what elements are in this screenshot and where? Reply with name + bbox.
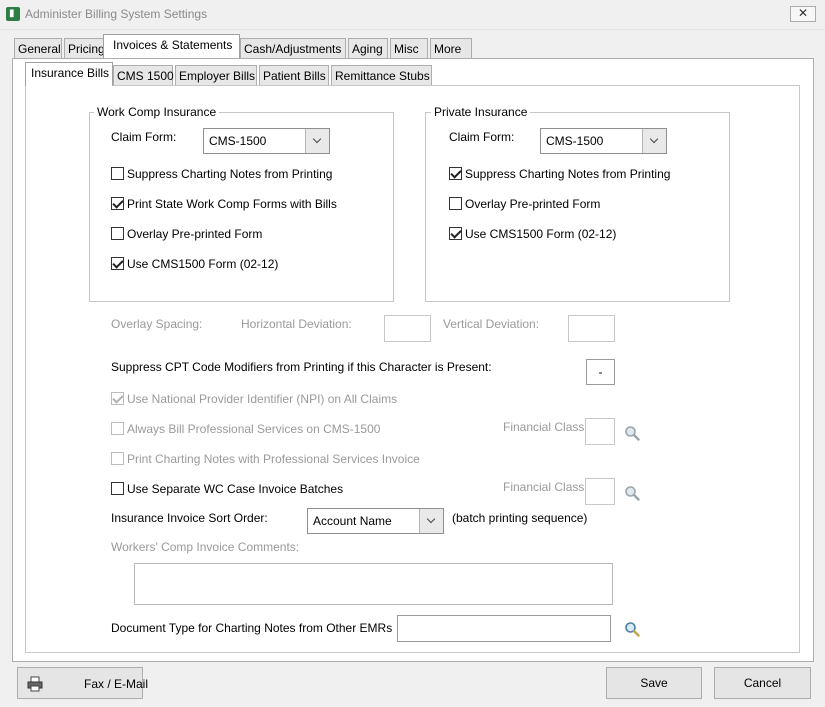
fax-email-button[interactable]: Fax / E-Mail	[17, 667, 148, 699]
pi-overlay-checkbox[interactable]	[449, 197, 462, 210]
wc-print-state-checkbox[interactable]	[111, 197, 124, 210]
search-icon[interactable]	[624, 425, 640, 441]
close-button[interactable]: ✕	[790, 6, 816, 22]
work-comp-legend: Work Comp Insurance	[94, 105, 220, 119]
app-icon: ▮	[6, 7, 20, 21]
sort-order-suffix: (batch printing sequence)	[452, 511, 588, 525]
search-icon[interactable]	[624, 621, 640, 637]
chevron-down-icon	[419, 509, 443, 533]
wc-claim-form-label: Claim Form:	[111, 130, 177, 144]
tab-misc[interactable]: Misc	[390, 38, 428, 58]
pi-use-cms-label: Use CMS1500 Form (02-12)	[465, 227, 617, 241]
doc-type-label: Document Type for Charting Notes from Ot…	[111, 621, 393, 635]
always-bill-label: Always Bill Professional Services on CMS…	[127, 422, 381, 436]
suppress-cpt-input[interactable]: -	[586, 359, 615, 385]
chevron-down-icon	[642, 129, 666, 153]
subtab-cms-1500[interactable]: CMS 1500	[113, 65, 174, 85]
sort-order-select[interactable]: Account Name	[307, 508, 444, 534]
wc-suppress-checkbox[interactable]	[111, 167, 124, 180]
vertical-deviation-label: Vertical Deviation:	[443, 317, 540, 331]
subtab-insurance-bills[interactable]: Insurance Bills	[25, 62, 113, 86]
separate-wc-checkbox[interactable]	[111, 482, 124, 495]
save-button[interactable]: Save	[606, 667, 702, 699]
subtab-employer-bills[interactable]: Employer Bills	[175, 65, 257, 85]
tab-pricing[interactable]: Pricing	[64, 38, 106, 58]
fax-email-label: Fax / E-Mail	[83, 677, 148, 691]
private-insurance-legend: Private Insurance	[431, 105, 531, 119]
pi-overlay-label: Overlay Pre-printed Form	[465, 197, 601, 211]
tab-general[interactable]: General	[14, 38, 62, 58]
wc-claim-form-select[interactable]: CMS-1500	[203, 128, 330, 154]
horizontal-deviation-label: Horizontal Deviation:	[241, 317, 352, 331]
wc-overlay-checkbox[interactable]	[111, 227, 124, 240]
printer-icon	[27, 676, 43, 692]
pi-claim-form-select[interactable]: CMS-1500	[540, 128, 667, 154]
cancel-label: Cancel	[743, 676, 782, 690]
separate-wc-label: Use Separate WC Case Invoice Batches	[127, 482, 344, 496]
wc-comments-label: Workers' Comp Invoice Comments:	[111, 540, 300, 554]
print-charting-checkbox[interactable]	[111, 452, 124, 465]
horizontal-deviation-input[interactable]	[384, 315, 431, 342]
tab-more[interactable]: More	[430, 38, 472, 58]
window-title: Administer Billing System Settings	[25, 7, 208, 21]
financial-class-input-1[interactable]	[585, 418, 615, 445]
wc-suppress-label: Suppress Charting Notes from Printing	[127, 167, 333, 181]
always-bill-checkbox[interactable]	[111, 422, 124, 435]
npi-label: Use National Provider Identifier (NPI) o…	[127, 392, 398, 406]
pi-claim-form-value: CMS-1500	[546, 134, 604, 148]
wc-print-state-label: Print State Work Comp Forms with Bills	[127, 197, 337, 211]
tab-invoices-statements[interactable]: Invoices & Statements	[103, 34, 240, 58]
cancel-button[interactable]: Cancel	[714, 667, 811, 699]
wc-overlay-label: Overlay Pre-printed Form	[127, 227, 263, 241]
subtab-patient-bills[interactable]: Patient Bills	[259, 65, 329, 85]
doc-type-input[interactable]	[397, 615, 611, 642]
wc-use-cms-checkbox[interactable]	[111, 257, 124, 270]
chevron-down-icon	[305, 129, 329, 153]
vertical-deviation-input[interactable]	[568, 315, 615, 342]
title-bar: ▮ Administer Billing System Settings ✕	[0, 0, 825, 30]
tab-cash-adjustments[interactable]: Cash/Adjustments	[240, 38, 346, 58]
sort-order-value: Account Name	[313, 514, 392, 528]
wc-use-cms-label: Use CMS1500 Form (02-12)	[127, 257, 279, 271]
save-label: Save	[640, 676, 668, 690]
wc-claim-form-value: CMS-1500	[209, 134, 267, 148]
suppress-cpt-label: Suppress CPT Code Modifiers from Printin…	[111, 360, 492, 374]
tab-aging[interactable]: Aging	[348, 38, 388, 58]
pi-claim-form-label: Claim Form:	[449, 130, 515, 144]
pi-suppress-label: Suppress Charting Notes from Printing	[465, 167, 671, 181]
subtab-remittance-stubs[interactable]: Remittance Stubs	[331, 65, 432, 85]
wc-comments-textarea[interactable]	[134, 563, 613, 605]
financial-class-input-2[interactable]	[585, 478, 615, 505]
financial-class-label-1: Financial Class:	[503, 420, 588, 434]
print-charting-label: Print Charting Notes with Professional S…	[127, 452, 420, 466]
pi-suppress-checkbox[interactable]	[449, 167, 462, 180]
pi-use-cms-checkbox[interactable]	[449, 227, 462, 240]
sort-order-label: Insurance Invoice Sort Order:	[111, 511, 268, 525]
financial-class-label-2: Financial Class:	[503, 480, 588, 494]
search-icon[interactable]	[624, 485, 640, 501]
overlay-spacing-label: Overlay Spacing:	[111, 317, 203, 331]
npi-checkbox[interactable]	[111, 392, 124, 405]
